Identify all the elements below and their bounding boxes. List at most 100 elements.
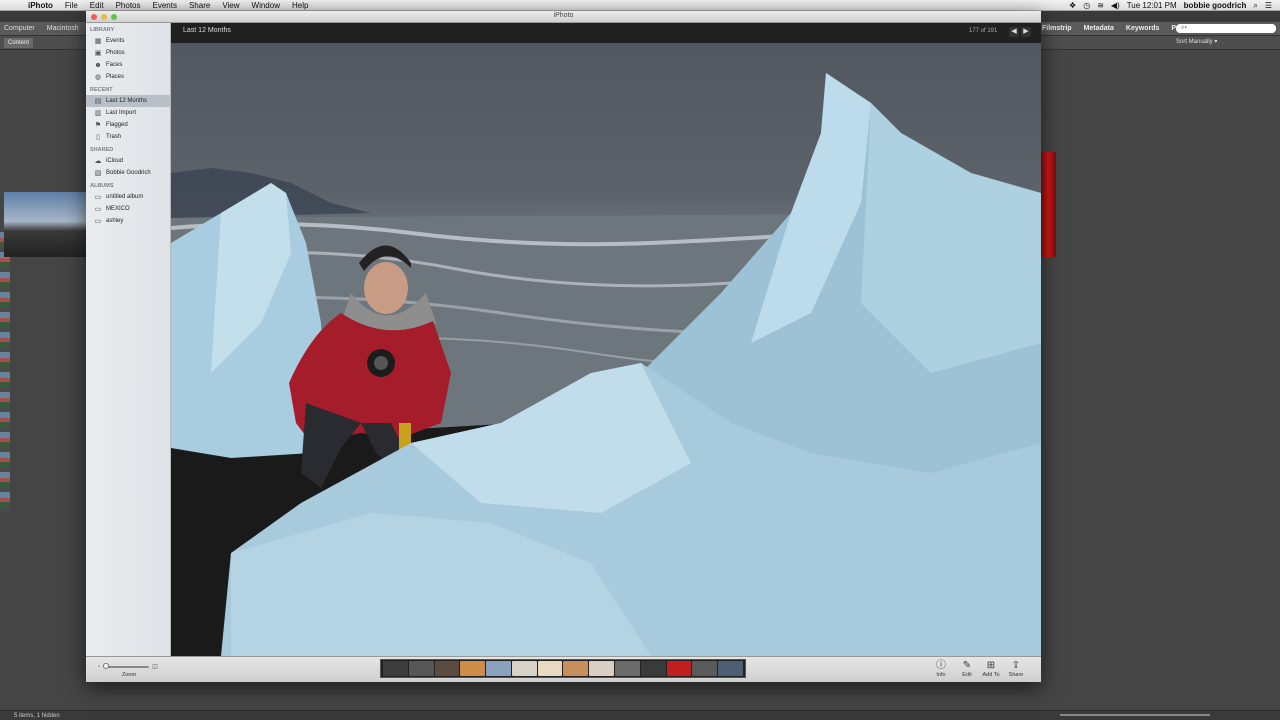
- tab-keywords[interactable]: Keywords: [1126, 25, 1159, 32]
- zoom-slider-knob[interactable]: [103, 662, 110, 669]
- info-button[interactable]: ⓘ Info: [930, 660, 952, 678]
- timemachine-icon[interactable]: ◷: [1083, 1, 1090, 10]
- filmstrip-thumbnail[interactable]: [511, 661, 537, 676]
- filmstrip-thumbnail[interactable]: [589, 661, 615, 676]
- filmstrip-thumbnail[interactable]: [434, 661, 460, 676]
- filmstrip-thumbnail[interactable]: [460, 661, 486, 676]
- user-menu[interactable]: bobbie goodrich: [1184, 1, 1247, 10]
- share-icon: ⇪: [1011, 660, 1021, 671]
- photo-image: [171, 73, 1041, 656]
- zoom-out-icon[interactable]: ▫: [98, 664, 100, 670]
- sidebar-item-last-import[interactable]: ▥ Last Import: [86, 107, 170, 119]
- menu-iphoto[interactable]: iPhoto: [22, 1, 59, 10]
- photo-display[interactable]: [171, 43, 1041, 656]
- calendar-icon: ▤: [94, 98, 102, 105]
- album-icon: ▭: [94, 206, 102, 213]
- background-thumbnail[interactable]: [4, 192, 86, 257]
- album-icon: ▭: [94, 194, 102, 201]
- sidebar-item-label: Trash: [106, 134, 122, 140]
- sidebar-item-places[interactable]: ◍ Places: [86, 71, 170, 83]
- filmstrip-thumbnail[interactable]: [692, 661, 718, 676]
- album-icon: ▭: [94, 218, 102, 225]
- menu-window[interactable]: Window: [246, 1, 286, 10]
- sidebar-item-flagged[interactable]: ⚑ Flagged: [86, 119, 170, 131]
- import-icon: ▥: [94, 110, 102, 117]
- places-icon: ◍: [94, 74, 102, 81]
- viewer-header: Last 12 Months 177 of 191 ◀ ▶: [171, 23, 1041, 43]
- next-photo-button[interactable]: ▶: [1021, 27, 1031, 37]
- sidebar-item-bobbie-goodrich[interactable]: ▧ Bobbie Goodrich: [86, 167, 170, 179]
- breadcrumb-macintosh[interactable]: Macintosh: [47, 25, 79, 32]
- edit-button[interactable]: ✎ Edit: [956, 660, 978, 678]
- section-title-recent: RECENT: [90, 87, 113, 93]
- filmstrip-thumbnail[interactable]: [383, 661, 408, 676]
- content-tab[interactable]: Content: [4, 38, 34, 48]
- breadcrumb-computer[interactable]: Computer: [4, 25, 35, 32]
- filmstrip-thumbnail[interactable]: [408, 661, 434, 676]
- sidebar-item-label: MEXICO: [106, 206, 130, 212]
- sidebar-item-untitled-album[interactable]: ▭ untitled album: [86, 191, 170, 203]
- menu-help[interactable]: Help: [286, 1, 314, 10]
- sidebar-item-faces[interactable]: ☻ Faces: [86, 59, 170, 71]
- sort-menu[interactable]: Sort Manually ▾: [1176, 38, 1217, 45]
- sidebar-item-trash[interactable]: ▯ Trash: [86, 131, 170, 143]
- menu-file[interactable]: File: [59, 1, 84, 10]
- wifi-icon[interactable]: ≋: [1097, 1, 1104, 10]
- filmstrip-thumbnail[interactable]: [563, 661, 589, 676]
- sidebar-item-label: Last Import: [106, 110, 137, 116]
- sidebar-item-photos[interactable]: ▣ Photos: [86, 47, 170, 59]
- iphoto-window: iPhoto LIBRARY ▦ Events ▣ Photos ☻ Faces ◍ Place…: [86, 11, 1041, 682]
- tab-metadata[interactable]: Metadata: [1084, 25, 1114, 32]
- sidebar-item-icloud[interactable]: ☁ iCloud: [86, 155, 170, 167]
- section-title-library: LIBRARY: [90, 27, 115, 33]
- background-thumbnail-strip: [0, 232, 10, 512]
- sidebar-item-label: Last 12 Months: [106, 98, 148, 104]
- window-titlebar: iPhoto: [86, 11, 1041, 23]
- filmstrip-thumbnail[interactable]: [666, 661, 692, 676]
- add-to-label: Add To: [982, 672, 1000, 678]
- info-icon: ⓘ: [936, 660, 946, 671]
- menu-edit[interactable]: Edit: [84, 1, 110, 10]
- sidebar-item-label: Places: [106, 74, 125, 80]
- dropbox-icon[interactable]: ❖: [1069, 1, 1076, 10]
- filmstrip-thumbnail[interactable]: [718, 661, 743, 676]
- sidebar-item-ashley[interactable]: ▭ ashley: [86, 215, 170, 227]
- flag-icon: ⚑: [94, 122, 102, 129]
- bottom-toolbar: ▫ ◫ Zoom ⓘ Info ✎ Edit ⊞ Add To ⇪ Share: [86, 656, 1041, 682]
- background-zoom-slider[interactable]: [1060, 714, 1210, 716]
- clock[interactable]: Tue 12:01 PM: [1127, 1, 1177, 10]
- spotlight-icon[interactable]: ⌕: [1253, 1, 1257, 11]
- zoom-in-icon[interactable]: ◫: [152, 663, 158, 670]
- menu-share[interactable]: Share: [183, 1, 216, 10]
- add-to-button[interactable]: ⊞ Add To: [980, 660, 1002, 678]
- volume-icon[interactable]: ◀): [1111, 1, 1120, 10]
- filmstrip[interactable]: [380, 659, 746, 678]
- tab-filmstrip[interactable]: Filmstrip: [1042, 25, 1072, 32]
- zoom-label: Zoom: [122, 672, 137, 678]
- sidebar-item-mexico[interactable]: ▭ MEXICO: [86, 203, 170, 215]
- notification-center-icon[interactable]: ☰: [1265, 1, 1272, 10]
- sidebar-item-label: iCloud: [106, 158, 124, 164]
- zoom-slider[interactable]: ▫ ◫: [98, 662, 158, 670]
- sidebar-item-last-12-months[interactable]: ▤ Last 12 Months: [86, 95, 170, 107]
- section-title-albums: ALBUMS: [90, 183, 114, 189]
- filmstrip-thumbnail[interactable]: [640, 661, 666, 676]
- zoom-slider-track[interactable]: [103, 662, 150, 669]
- photo-viewer: Last 12 Months 177 of 191 ◀ ▶: [171, 23, 1041, 656]
- filmstrip-thumbnail[interactable]: [486, 661, 511, 676]
- filmstrip-thumbnail[interactable]: [615, 661, 640, 676]
- menu-view[interactable]: View: [216, 1, 245, 10]
- previous-photo-button[interactable]: ◀: [1009, 27, 1019, 37]
- status-area: ❖ ◷ ≋ ◀) Tue 12:01 PM bobbie goodrich ⌕ …: [1069, 0, 1280, 11]
- menu-photos[interactable]: Photos: [110, 1, 147, 10]
- menu-bar: iPhoto File Edit Photos Events Share Vie…: [0, 0, 1280, 11]
- album-label: Last 12 Months: [183, 27, 231, 34]
- background-thumbnail-red: [1041, 152, 1056, 257]
- share-button[interactable]: ⇪ Share: [1005, 660, 1027, 678]
- window-title: iPhoto: [553, 12, 574, 19]
- section-title-shared: SHARED: [90, 147, 114, 153]
- menu-events[interactable]: Events: [146, 1, 182, 10]
- filmstrip-thumbnail[interactable]: [537, 661, 563, 676]
- background-search-input[interactable]: ⌕▾: [1176, 24, 1276, 33]
- sidebar-item-events[interactable]: ▦ Events: [86, 35, 170, 47]
